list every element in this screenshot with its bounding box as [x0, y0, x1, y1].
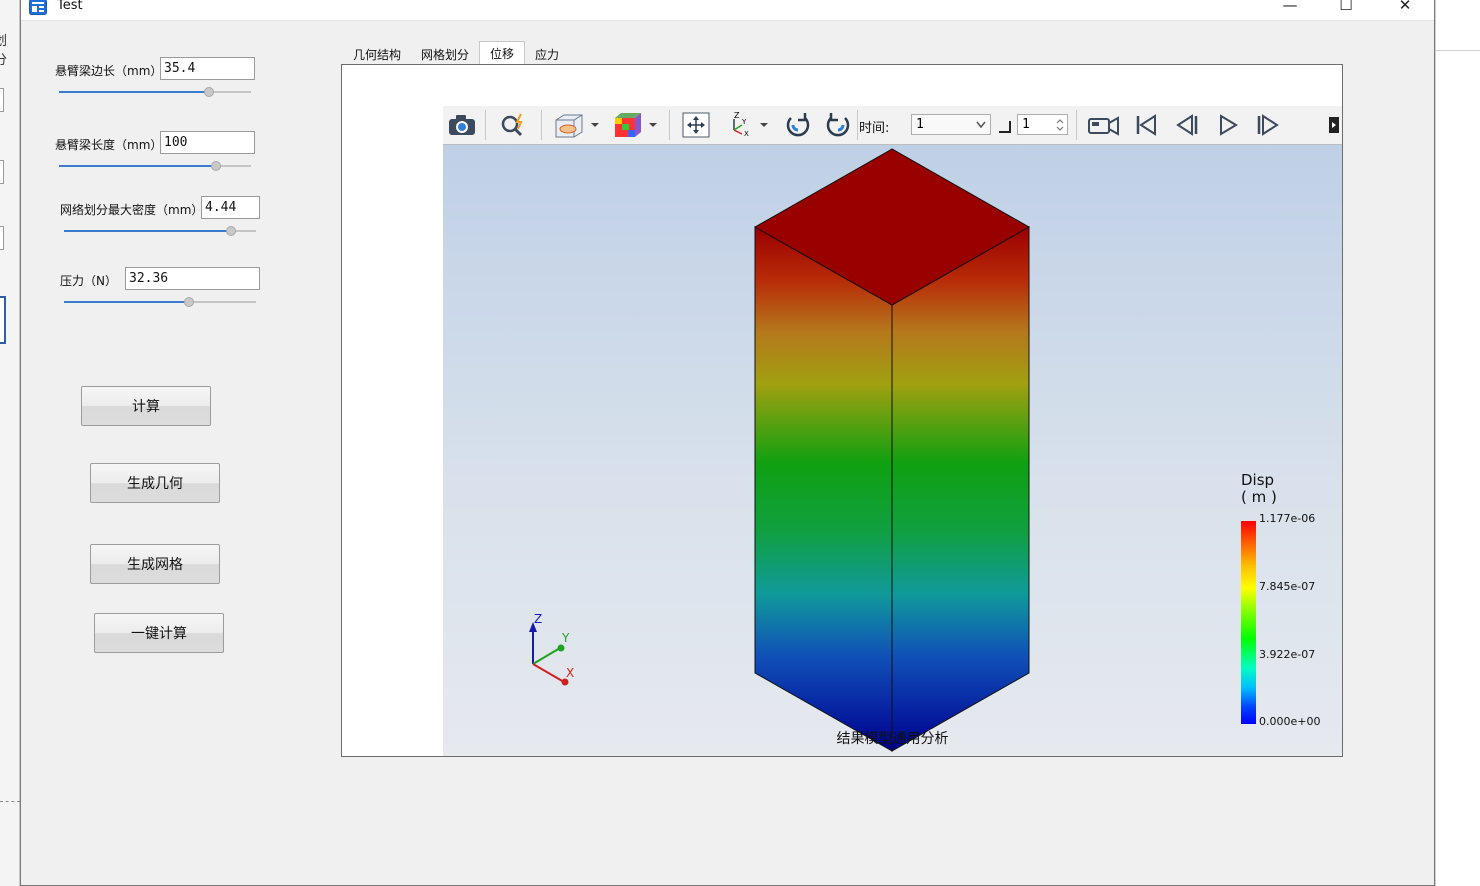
minimize-button[interactable]: — [1267, 0, 1313, 21]
legend-title: Disp [1241, 471, 1275, 489]
z-axis-label: Z [534, 612, 542, 626]
one-click-calculate-button[interactable]: 一键计算 [94, 613, 224, 653]
svg-text:X: X [744, 130, 749, 138]
axis-triad: Z Y X [529, 612, 574, 686]
tab-stress[interactable]: 应力 [525, 43, 569, 65]
color-map-icon[interactable] [611, 110, 661, 140]
rotate-ccw-icon[interactable] [821, 110, 855, 140]
beam-model: Z Y X [529, 148, 1031, 752]
tab-displacement[interactable]: 位移 [479, 41, 526, 65]
legend-unit: ( m ) [1241, 488, 1277, 506]
background-selected-box [0, 296, 6, 344]
force-label: 压力（N） [60, 274, 117, 288]
svg-text:Y: Y [741, 118, 747, 126]
background-input-3 [0, 226, 4, 250]
frame-spinbox[interactable]: 1 [1017, 114, 1068, 135]
3d-result-scene[interactable]: Z Y X Disp ( m ) 1.177e-06 7.845e-07 3.9… [443, 145, 1342, 756]
frame-spinbox-value: 1 [1022, 117, 1030, 132]
background-app-text: 划分 [0, 34, 8, 68]
scene-footer-text: 结果模型通用分析 [836, 731, 949, 747]
beam-length-slider[interactable] [59, 160, 251, 172]
next-frame-icon[interactable] [1251, 110, 1285, 140]
rotate-cw-icon[interactable] [781, 110, 815, 140]
svg-text:Z: Z [734, 111, 740, 120]
slider-handle[interactable] [203, 87, 214, 97]
edge-length-slider[interactable] [59, 86, 251, 98]
viewer-toolbar: ZYX 时间: 1 1 [443, 106, 1342, 145]
beam-length-label: 悬臂梁长度（mm） [55, 138, 163, 152]
slider-handle[interactable] [226, 226, 237, 236]
time-select-value: 1 [916, 117, 924, 132]
background-app-right [1435, 0, 1480, 886]
edge-length-label: 悬臂梁边长（mm） [55, 64, 163, 78]
window-title: Test [57, 0, 83, 13]
force-input[interactable] [125, 267, 260, 290]
slider-handle[interactable] [183, 297, 194, 307]
mesh-density-slider[interactable] [64, 225, 256, 237]
time-label: 时间: [859, 121, 890, 136]
maximize-button[interactable]: ☐ [1323, 0, 1369, 21]
title-bar[interactable]: Test — ☐ ✕ [21, 0, 1434, 21]
legend-tick-2: 7.845e-07 [1259, 580, 1316, 593]
result-viewer: ZYX 时间: 1 1 Z Y X Disp (m) 1.177e-06 7… [443, 106, 1342, 756]
legend-tick-3: 3.922e-07 [1259, 648, 1316, 661]
time-select[interactable]: 1 [911, 114, 991, 135]
tab-mesh[interactable]: 网格划分 [411, 43, 479, 65]
toolbar-overflow-icon[interactable] [1327, 110, 1341, 140]
close-button[interactable]: ✕ [1382, 0, 1428, 21]
frame-step-icon [999, 121, 1011, 133]
force-slider[interactable] [64, 296, 256, 308]
mesh-density-label: 网络划分最大密度（mm） [60, 203, 204, 217]
legend-tick-max: 1.177e-06 [1259, 512, 1316, 525]
background-input-1 [0, 88, 4, 112]
fit-view-icon[interactable] [679, 110, 713, 140]
play-icon[interactable] [1211, 110, 1245, 140]
beam-right-face [891, 226, 1030, 752]
first-frame-icon[interactable] [1129, 110, 1163, 140]
generate-mesh-button[interactable]: 生成网格 [90, 544, 220, 584]
result-tabs: 几何结构 网格划分 位移 应力 [343, 41, 569, 65]
main-window: Test — ☐ ✕ 悬臂梁边长（mm） 悬臂梁长度（mm） 网络划分最大密度（… [20, 0, 1435, 886]
legend-color-bar [1241, 521, 1256, 724]
display-style-icon[interactable] [551, 110, 601, 140]
background-app-edge: 划分 [0, 0, 20, 886]
beam-left-face [754, 226, 893, 752]
y-axis-label: Y [561, 631, 570, 645]
calculate-button[interactable]: 计算 [81, 386, 211, 426]
background-divider [0, 801, 20, 802]
previous-frame-icon[interactable] [1170, 110, 1204, 140]
app-icon [29, 0, 47, 15]
probe-icon[interactable] [497, 110, 531, 140]
chevron-down-icon [976, 121, 986, 129]
record-video-icon[interactable] [1085, 110, 1123, 140]
x-axis-label: X [566, 666, 574, 680]
beam-length-input[interactable] [160, 131, 255, 154]
axes-view-icon[interactable]: ZYX [723, 110, 773, 140]
mesh-density-input[interactable] [201, 196, 260, 219]
generate-geometry-button[interactable]: 生成几何 [90, 463, 220, 503]
edge-length-input[interactable] [160, 57, 255, 80]
legend-tick-min: 0.000e+00 [1259, 715, 1321, 728]
background-input-2 [0, 160, 4, 184]
displacement-tab-pane: ZYX 时间: 1 1 Z Y X Disp (m) 1.177e-06 7… [341, 64, 1343, 757]
spin-arrows-icon[interactable] [1056, 118, 1064, 132]
camera-icon[interactable] [445, 110, 479, 140]
slider-handle[interactable] [211, 161, 222, 171]
tab-geometry[interactable]: 几何结构 [343, 43, 411, 65]
